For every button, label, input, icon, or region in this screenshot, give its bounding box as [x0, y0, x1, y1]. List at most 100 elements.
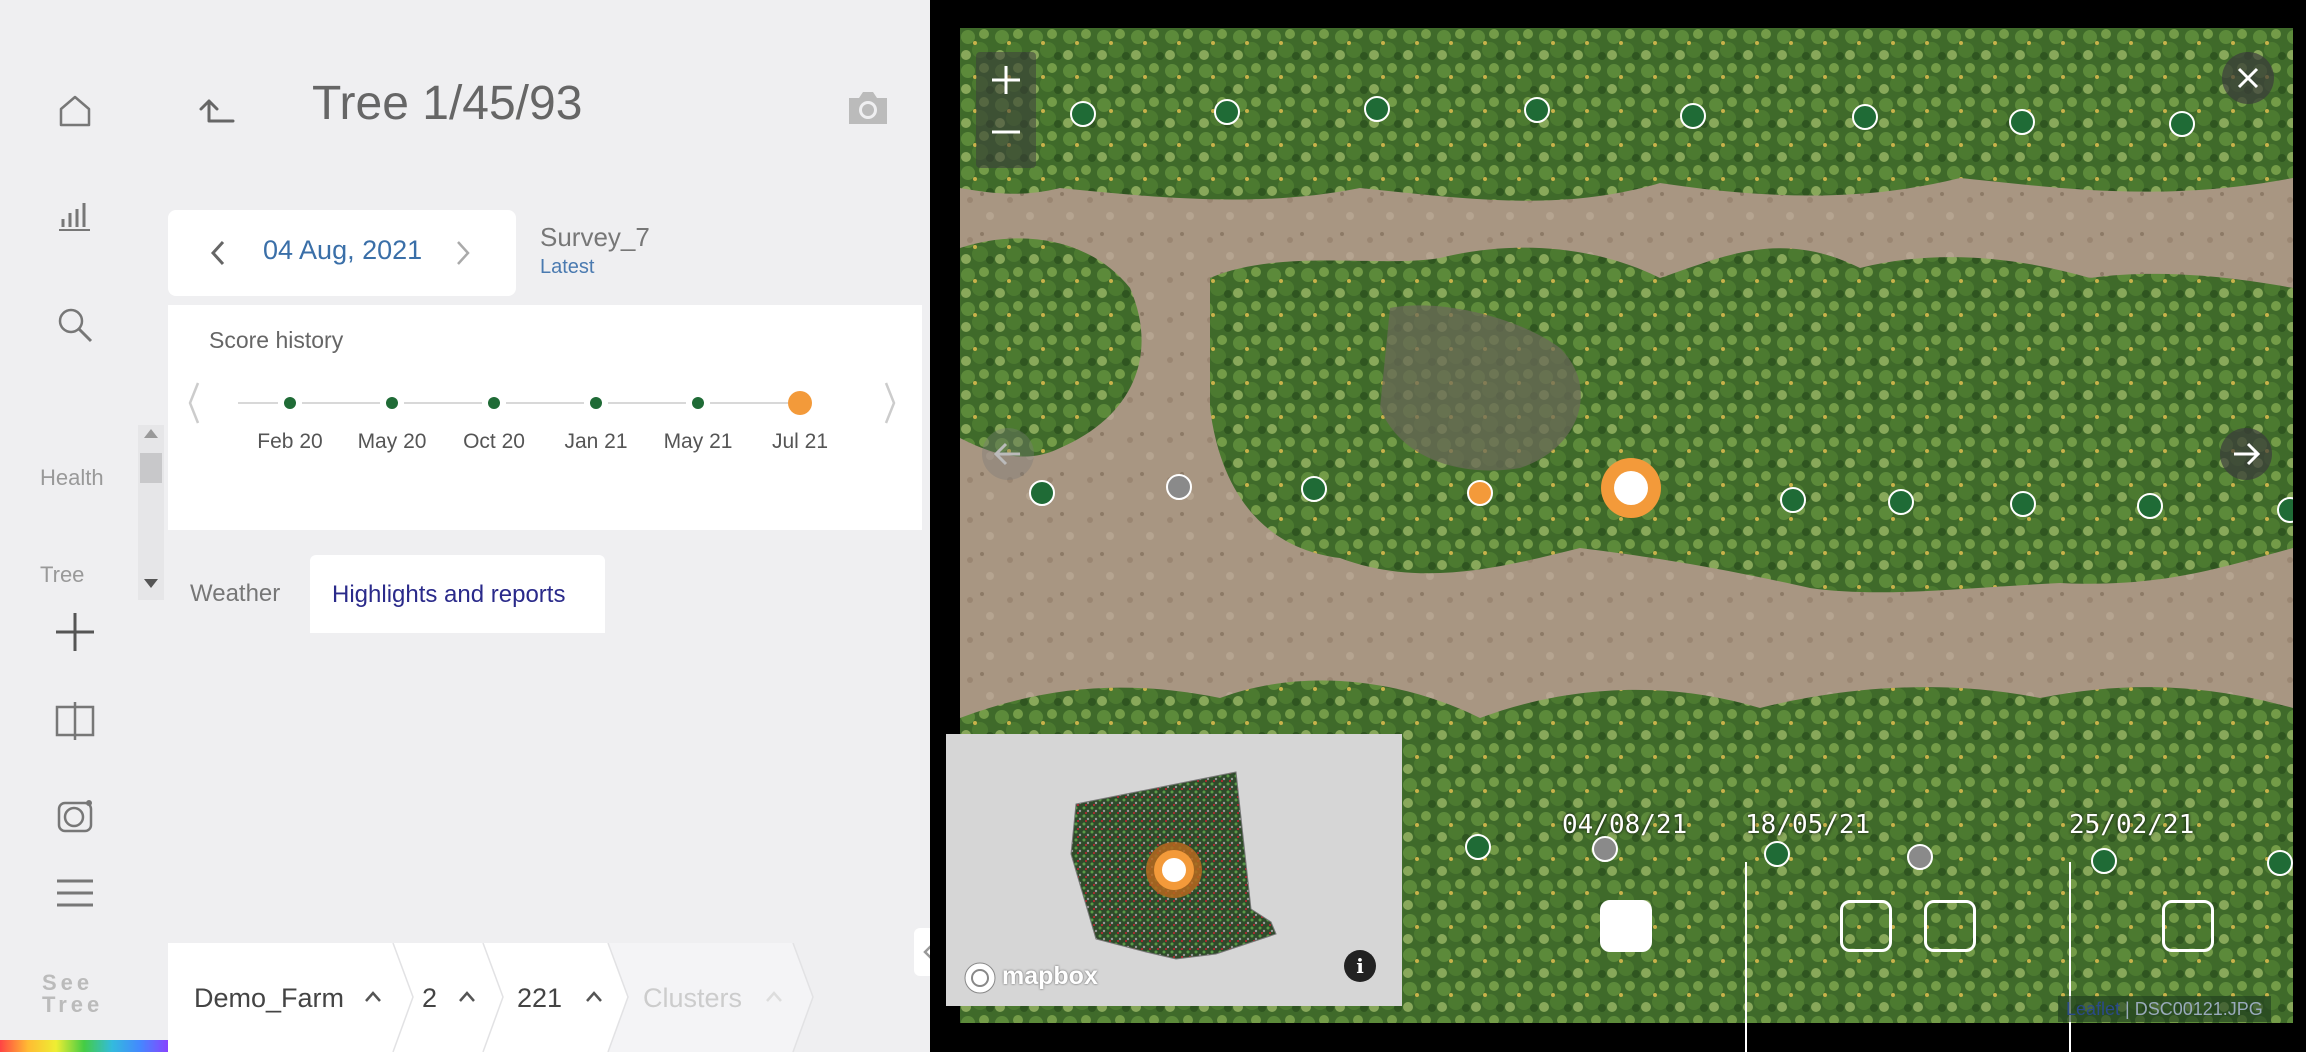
tab-highlights-reports[interactable]: Highlights and reports	[310, 555, 605, 633]
tree-marker[interactable]	[1029, 480, 1055, 506]
tree-marker[interactable]	[1907, 844, 1933, 870]
tree-marker[interactable]	[1780, 487, 1806, 513]
breadcrumb-row[interactable]: 221	[517, 943, 617, 1052]
search-icon[interactable]	[50, 300, 100, 350]
back-button[interactable]	[193, 85, 243, 135]
nav-health[interactable]: Health	[40, 465, 104, 491]
zoom-out-button[interactable]	[976, 110, 1036, 168]
brand-logo: See Tree	[42, 972, 112, 1016]
score-point-label: May 20	[358, 430, 427, 453]
tree-marker[interactable]	[1680, 103, 1706, 129]
breadcrumb-farm[interactable]: Demo_Farm	[194, 943, 394, 1052]
score-next-arrow[interactable]	[884, 382, 896, 424]
back-arrow-icon	[199, 99, 235, 123]
tree-marker[interactable]	[1465, 834, 1491, 860]
tree-marker[interactable]	[1467, 480, 1493, 506]
mapbox-label: mapbox	[1002, 962, 1098, 990]
page-title: Tree 1/45/93	[312, 77, 583, 130]
tree-marker[interactable]	[2137, 493, 2163, 519]
score-prev-arrow[interactable]	[188, 382, 200, 424]
tree-marker[interactable]	[1301, 476, 1327, 502]
score-history-title: Score history	[209, 327, 344, 353]
tree-marker[interactable]	[1214, 99, 1240, 125]
tree-marker[interactable]	[2010, 491, 2036, 517]
timeline-date: 18/05/21	[1745, 810, 1871, 840]
breadcrumb-row-label: 221	[517, 983, 563, 1013]
tree-marker[interactable]	[1764, 841, 1790, 867]
image-filename: DSC00121.JPG	[2134, 999, 2263, 1019]
timeline-date: 04/08/21	[1562, 810, 1688, 840]
tree-marker[interactable]	[2091, 848, 2117, 874]
plus-icon	[992, 66, 1020, 94]
tree-marker[interactable]	[2169, 111, 2195, 137]
home-icon[interactable]	[50, 86, 100, 136]
chevron-up-icon	[766, 991, 782, 1002]
score-point[interactable]	[488, 397, 500, 409]
timeline-photo[interactable]	[1924, 900, 1976, 952]
score-point[interactable]	[284, 397, 296, 409]
next-image-button[interactable]	[2220, 428, 2272, 480]
tab-weather[interactable]: Weather	[190, 580, 280, 608]
selected-tree-center	[1614, 471, 1648, 505]
timeline-photo-selected[interactable]	[1600, 900, 1652, 952]
previous-image-button[interactable]	[982, 428, 1034, 480]
close-map-button[interactable]	[2222, 52, 2274, 104]
attribution-separator: |	[2120, 999, 2135, 1019]
tree-marker[interactable]	[1166, 474, 1192, 500]
leaflet-link[interactable]: Leaflet	[2066, 999, 2120, 1019]
nav-tree-metrics[interactable]: Tree Metrics	[40, 560, 100, 596]
compare-icon[interactable]	[50, 696, 100, 746]
date-next-button[interactable]	[453, 240, 473, 266]
scroll-down-icon[interactable]	[144, 579, 158, 588]
plus-icon[interactable]	[50, 607, 100, 657]
tree-marker[interactable]	[2277, 497, 2293, 523]
info-button[interactable]: i	[1344, 950, 1376, 982]
timeline-photo[interactable]	[2162, 900, 2214, 952]
brand-text: See Tree	[42, 970, 104, 1017]
minimap[interactable]: mapbox i	[946, 734, 1402, 1006]
minus-icon	[992, 130, 1020, 134]
rail-scrollbar[interactable]	[138, 425, 164, 600]
chevron-up-icon	[459, 991, 475, 1002]
tree-marker[interactable]	[2009, 109, 2035, 135]
score-point[interactable]	[692, 397, 704, 409]
score-point-label: Feb 20	[257, 430, 322, 453]
chevron-right-icon	[457, 241, 470, 265]
score-history-card: Score history Feb 20 May 20 Oct 20 Jan 21 Ma…	[168, 305, 922, 530]
scroll-up-icon[interactable]	[144, 429, 158, 438]
timeline-date: 25/02/21	[2069, 810, 2195, 840]
timeline-photo[interactable]	[1840, 900, 1892, 952]
survey-latest-tag: Latest	[540, 256, 595, 278]
tree-marker[interactable]	[1364, 96, 1390, 122]
score-point-label: Jul 21	[772, 430, 828, 453]
tree-marker[interactable]	[2267, 850, 2293, 876]
tree-marker[interactable]	[1592, 836, 1618, 862]
date-picker: 04 Aug, 2021	[168, 210, 516, 296]
menu-icon[interactable]	[50, 868, 100, 918]
nav-rail: Health Tree Metrics See Tree	[0, 0, 168, 1052]
tree-marker[interactable]	[1524, 97, 1550, 123]
close-icon	[2237, 67, 2259, 89]
camera-icon[interactable]	[845, 88, 891, 128]
scroll-thumb[interactable]	[140, 453, 162, 483]
date-prev-button[interactable]	[208, 240, 228, 266]
breadcrumb-block-label: 2	[422, 983, 438, 1013]
breadcrumb-clusters[interactable]: Clusters	[643, 943, 803, 1052]
score-timeline: Feb 20 May 20 Oct 20 Jan 21 May 21 Jul 21	[188, 382, 896, 453]
survey-name: Survey_7	[540, 222, 650, 252]
score-point[interactable]	[788, 391, 812, 415]
mapbox-icon	[964, 962, 996, 994]
tree-marker[interactable]	[1070, 101, 1096, 127]
bar-chart-icon[interactable]	[50, 192, 100, 242]
tree-marker[interactable]	[1888, 489, 1914, 515]
date-value[interactable]: 04 Aug, 2021	[263, 235, 422, 266]
score-point[interactable]	[386, 397, 398, 409]
tree-marker[interactable]	[1852, 104, 1878, 130]
chevron-left-icon	[210, 240, 225, 266]
breadcrumb-block[interactable]: 2	[422, 943, 502, 1052]
mapbox-logo[interactable]: mapbox	[960, 958, 1120, 996]
zoom-in-button[interactable]	[976, 52, 1036, 110]
camera-roll-icon[interactable]	[50, 792, 100, 842]
info-icon: i	[1356, 954, 1364, 978]
score-point[interactable]	[590, 397, 602, 409]
